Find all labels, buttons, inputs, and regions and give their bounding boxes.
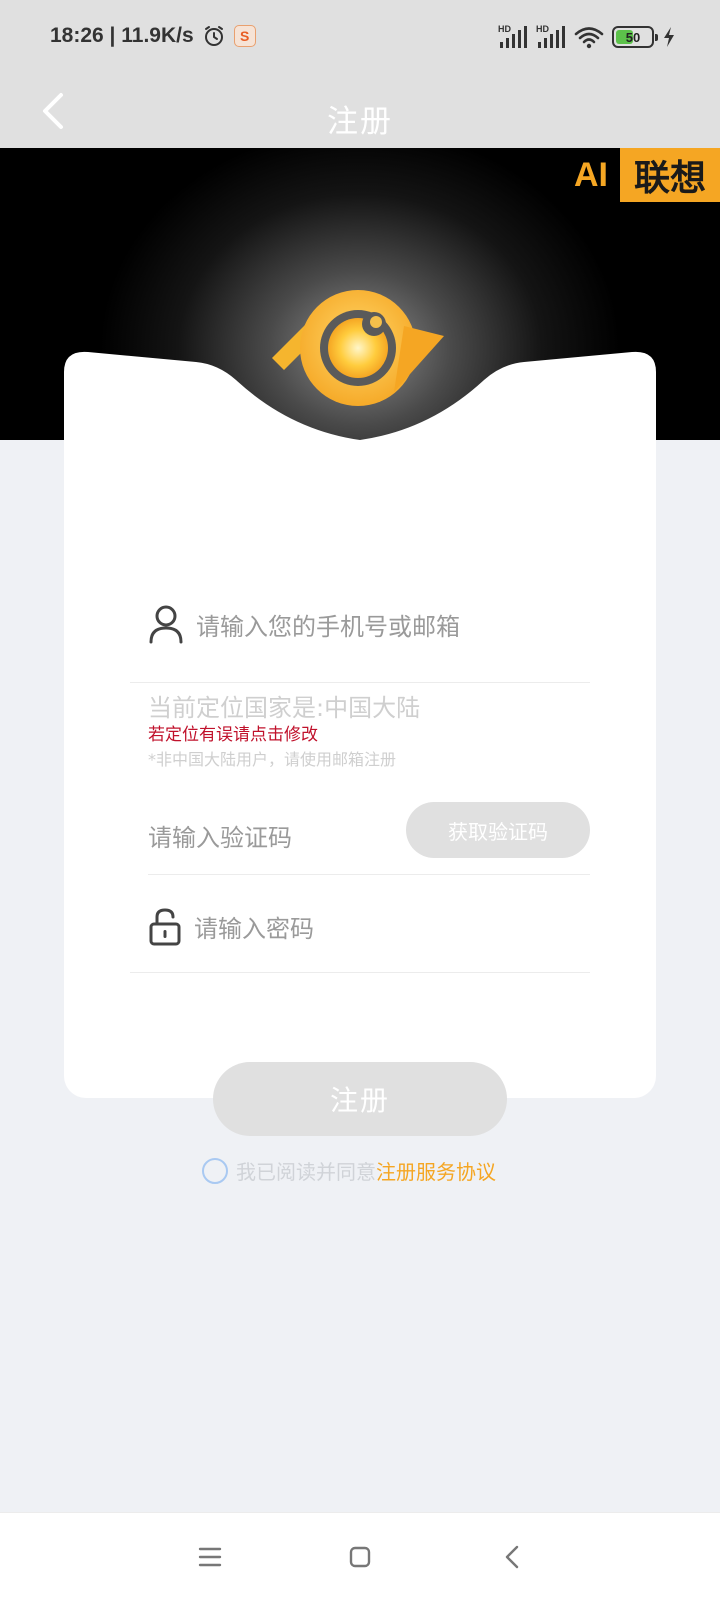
header-bar: 注册 xyxy=(0,78,720,148)
location-change-link[interactable]: 若定位有误请点击修改 xyxy=(148,720,318,745)
alarm-icon xyxy=(204,26,223,46)
eye-logo-icon xyxy=(272,290,444,406)
menu-icon xyxy=(198,1547,222,1567)
app-notification-icon: S xyxy=(233,25,256,47)
phone-email-input[interactable]: 请输入您的手机号或邮箱 xyxy=(148,604,460,644)
system-nav-bar xyxy=(0,1512,720,1600)
agreement-checkbox[interactable] xyxy=(202,1157,228,1184)
divider xyxy=(148,874,590,875)
signal-icon: HD xyxy=(498,24,528,50)
home-button[interactable] xyxy=(338,1535,382,1579)
divider xyxy=(130,972,590,973)
location-text: 当前定位国家是:中国大陆 xyxy=(148,694,421,722)
charging-icon xyxy=(664,27,674,47)
status-left: 18:26 | 11.9K/s S xyxy=(50,24,256,48)
password-input[interactable]: 请输入密码 xyxy=(148,906,314,946)
wifi-icon xyxy=(574,27,604,49)
password-placeholder: 请输入密码 xyxy=(194,914,314,943)
get-code-button[interactable]: 获取验证码 xyxy=(406,802,590,858)
verification-code-input[interactable]: 请输入验证码 xyxy=(148,818,292,853)
nav-back-icon xyxy=(505,1545,519,1569)
agreement-link[interactable]: 注册服务协议 xyxy=(376,1156,496,1185)
status-right: HD HD 50 xyxy=(498,24,676,50)
divider xyxy=(130,682,590,683)
page-title: 注册 xyxy=(327,104,393,140)
hd-label: HD xyxy=(536,24,549,34)
signal-icon: HD xyxy=(536,24,566,50)
phone-email-placeholder: 请输入您的手机号或邮箱 xyxy=(196,612,460,641)
register-button[interactable]: 注册 xyxy=(213,1062,507,1136)
email-hint-text: *非中国大陆用户，请使用邮箱注册 xyxy=(148,750,397,769)
form-card-body xyxy=(64,456,656,1098)
battery-percent: 50 xyxy=(625,29,641,45)
menu-button[interactable] xyxy=(188,1535,232,1579)
lock-icon xyxy=(149,908,181,946)
status-bar: 18:26 | 11.9K/s S HD HD 50 xyxy=(0,0,720,78)
user-icon xyxy=(149,605,183,644)
nav-back-button[interactable] xyxy=(490,1535,534,1579)
home-icon xyxy=(349,1546,371,1568)
hd-label: HD xyxy=(498,24,511,34)
agreement-text: 我已阅读并同意 xyxy=(236,1160,376,1184)
battery-icon: 50 xyxy=(612,26,658,48)
agreement-row: 我已阅读并同意 注册服务协议 xyxy=(202,1156,496,1185)
status-time-speed: 18:26 | 11.9K/s xyxy=(50,24,194,47)
